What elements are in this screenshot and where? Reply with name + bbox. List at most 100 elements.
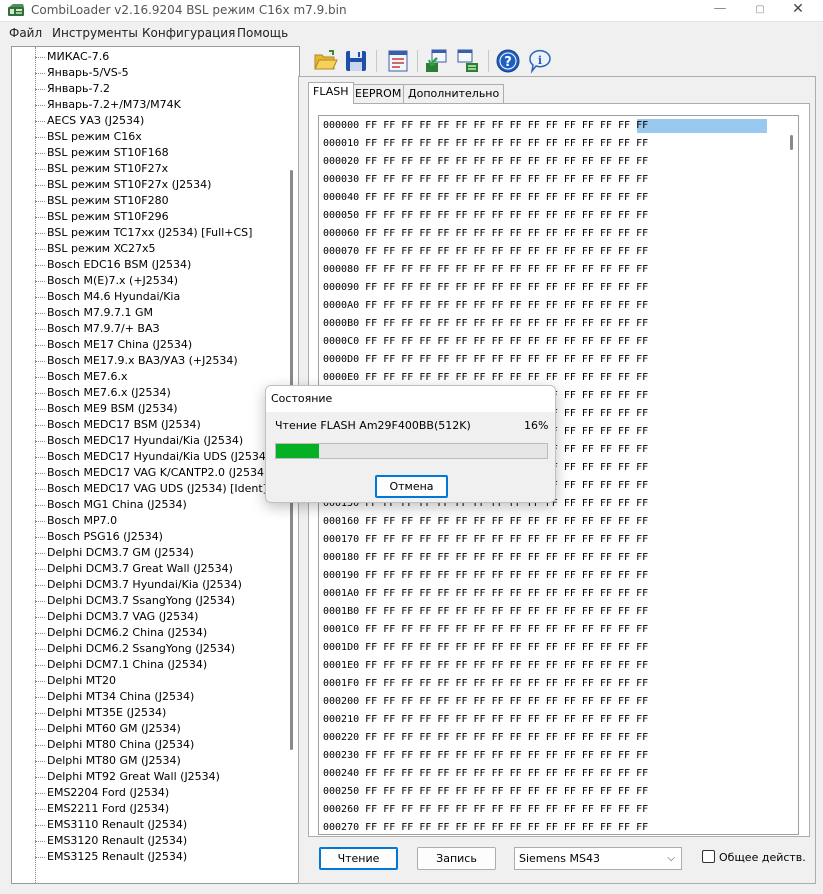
- menu-help[interactable]: Помощь: [237, 26, 288, 40]
- tree-item[interactable]: Delphi MT20: [35, 673, 116, 689]
- tree-item[interactable]: Delphi DCM3.7 Hyundai/Kia (J2534): [35, 577, 242, 593]
- save-icon[interactable]: [343, 48, 369, 74]
- tree-item[interactable]: BSL режим ST10F280: [35, 193, 169, 209]
- tree-item[interactable]: Январь-5/VS-5: [35, 65, 129, 81]
- hex-bytes: FF FF FF FF FF FF FF FF FF FF FF FF FF F…: [365, 246, 649, 257]
- tree-item[interactable]: Bosch ME7.6.x: [35, 369, 127, 385]
- hex-offset: 000190: [323, 570, 360, 581]
- tree-item[interactable]: Delphi MT80 GM (J2534): [35, 753, 181, 769]
- menu-file[interactable]: Файл: [9, 26, 42, 40]
- ecu-type-select[interactable]: Siemens MS43 ⌵: [514, 847, 682, 870]
- tree-item[interactable]: Bosch MP7.0: [35, 513, 117, 529]
- tree-item[interactable]: Delphi MT35E (J2534): [35, 705, 166, 721]
- tree-connector: [35, 696, 45, 698]
- hex-bytes: FF FF FF FF FF FF FF FF FF FF FF FF FF F…: [365, 714, 649, 725]
- tree-item[interactable]: EMS3120 Renault (J2534): [35, 833, 187, 849]
- menu-configuration[interactable]: Конфигурация: [142, 26, 235, 40]
- tree-item[interactable]: Январь-7.2: [35, 81, 110, 97]
- tree-item[interactable]: Delphi MT60 GM (J2534): [35, 721, 181, 737]
- tree-connector: [35, 552, 45, 554]
- tree-item[interactable]: EMS2204 Ford (J2534): [35, 785, 169, 801]
- info-icon[interactable]: i: [527, 48, 553, 74]
- tree-item[interactable]: Delphi MT92 Great Wall (J2534): [35, 769, 220, 785]
- tree-item[interactable]: Bosch ME17 China (J2534): [35, 337, 192, 353]
- hex-row: 0001A0 FF FF FF FF FF FF FF FF FF FF FF …: [323, 585, 648, 603]
- tree-item[interactable]: МИКАС-7.6: [35, 49, 109, 65]
- tree-item[interactable]: EMS3125 Renault (J2534): [35, 849, 187, 865]
- tree-item[interactable]: Delphi DCM6.2 China (J2534): [35, 625, 207, 641]
- tree-item[interactable]: Bosch MEDC17 Hyundai/Kia (J2534): [35, 433, 243, 449]
- write-button[interactable]: Запись: [417, 847, 496, 870]
- tree-connector: [35, 488, 45, 490]
- tree-connector: [35, 744, 45, 746]
- tree-item-label: EMS3125 Renault (J2534): [47, 850, 188, 863]
- tree-item[interactable]: EMS3110 Renault (J2534): [35, 817, 187, 833]
- hex-row: 0001B0 FF FF FF FF FF FF FF FF FF FF FF …: [323, 603, 648, 621]
- menu-tools[interactable]: Инструменты: [52, 26, 138, 40]
- tree-item[interactable]: BSL режим ST10F168: [35, 145, 169, 161]
- tree-item[interactable]: Delphi MT34 China (J2534): [35, 689, 194, 705]
- tree-item[interactable]: Bosch PSG16 (J2534): [35, 529, 163, 545]
- cancel-button[interactable]: Отмена: [375, 475, 448, 498]
- tree-item[interactable]: Delphi DCM3.7 Great Wall (J2534): [35, 561, 233, 577]
- tab-eeprom[interactable]: EEPROM: [350, 84, 407, 104]
- tree-item[interactable]: BSL режим ST10F27x: [35, 161, 168, 177]
- tree-item[interactable]: BSL режим TC17xx (J2534) [Full+CS]: [35, 225, 252, 241]
- tree-item[interactable]: Delphi DCM3.7 SsangYong (J2534): [35, 593, 235, 609]
- hex-row: 000060 FF FF FF FF FF FF FF FF FF FF FF …: [323, 225, 648, 243]
- tree-item[interactable]: Bosch MEDC17 Hyundai/Kia UDS (J2534): [35, 449, 270, 465]
- open-folder-icon[interactable]: [312, 48, 338, 74]
- tree-item[interactable]: Bosch M4.6 Hyundai/Kia: [35, 289, 180, 305]
- maximize-button[interactable]: ▢: [740, 0, 780, 22]
- hex-offset: 000220: [323, 732, 360, 743]
- tree-item-label: Bosch MEDC17 Hyundai/Kia (J2534): [47, 434, 244, 447]
- tree-item[interactable]: BSL режим ST10F296: [35, 209, 169, 225]
- tree-connector: [35, 264, 45, 266]
- tree-item[interactable]: Bosch MEDC17 VAG UDS (J2534) [Ident]: [35, 481, 267, 497]
- tree-item[interactable]: Bosch ME9 BSM (J2534): [35, 401, 178, 417]
- tree-item[interactable]: Bosch M7.9.7/+ ВАЗ: [35, 321, 160, 337]
- tree-item[interactable]: Bosch EDC16 BSM (J2534): [35, 257, 191, 273]
- tree-item[interactable]: Январь-7.2+/M73/M74K: [35, 97, 181, 113]
- tree-item[interactable]: Delphi DCM3.7 GM (J2534): [35, 545, 194, 561]
- tree-item[interactable]: Bosch M7.9.7.1 GM: [35, 305, 153, 321]
- read-icon[interactable]: [423, 48, 449, 74]
- ecu-tree-panel[interactable]: МИКАС-7.6 Январь-5/VS-5 Январь-7.2 Январь-7…: [11, 46, 300, 884]
- tree-connector: [35, 664, 45, 666]
- tree-item[interactable]: Bosch MEDC17 BSM (J2534): [35, 417, 201, 433]
- minimize-button[interactable]: —: [700, 0, 740, 22]
- hex-scrollbar-thumb[interactable]: [790, 135, 793, 150]
- tree-item[interactable]: Delphi MT80 China (J2534): [35, 737, 194, 753]
- read-button[interactable]: Чтение: [319, 847, 398, 870]
- tree-item[interactable]: Bosch ME17.9.x ВАЗ/УАЗ (+J2534): [35, 353, 238, 369]
- tree-item[interactable]: AECS УАЗ (J2534): [35, 113, 144, 129]
- tree-connector: [35, 104, 45, 106]
- settings-list-icon[interactable]: [385, 48, 411, 74]
- tab-flash[interactable]: FLASH: [308, 82, 354, 104]
- tree-item[interactable]: BSL режим ST10F27x (J2534): [35, 177, 211, 193]
- hex-row: 000220 FF FF FF FF FF FF FF FF FF FF FF …: [323, 729, 648, 747]
- tree-item[interactable]: Delphi DCM7.1 China (J2534): [35, 657, 207, 673]
- tree-item[interactable]: Bosch M(E)7.x (+J2534): [35, 273, 178, 289]
- tree-item[interactable]: EMS2211 Ford (J2534): [35, 801, 169, 817]
- tree-item[interactable]: Bosch ME7.6.x (J2534): [35, 385, 171, 401]
- tree-item[interactable]: Bosch MEDC17 VAG K/CANTP2.0 (J2534) [Ide…: [35, 465, 299, 481]
- tree-item[interactable]: BSL режим C16x: [35, 129, 142, 145]
- checkbox-box[interactable]: [702, 850, 715, 863]
- write-icon[interactable]: [455, 48, 481, 74]
- shared-actions-checkbox[interactable]: Общее действ.: [702, 850, 806, 866]
- help-icon[interactable]: ?: [495, 48, 521, 74]
- tree-item[interactable]: BSL режим XC27x5: [35, 241, 156, 257]
- hex-offset: 0001C0: [323, 624, 360, 635]
- tree-connector: [35, 456, 45, 458]
- hex-bytes: FF FF FF FF FF FF FF FF FF FF FF FF FF F…: [365, 156, 649, 167]
- close-button[interactable]: ✕: [778, 0, 818, 22]
- tab-additional[interactable]: Дополнительно: [403, 84, 505, 104]
- tree-item[interactable]: Bosch MG1 China (J2534): [35, 497, 187, 513]
- tree-item[interactable]: Delphi DCM6.2 SsangYong (J2534): [35, 641, 235, 657]
- hex-scrollbar[interactable]: [785, 117, 798, 833]
- dialog-title: Состояние: [266, 386, 555, 412]
- hex-offset: 000170: [323, 534, 360, 545]
- hex-offset: 000270: [323, 822, 360, 833]
- tree-item[interactable]: Delphi DCM3.7 VAG (J2534): [35, 609, 198, 625]
